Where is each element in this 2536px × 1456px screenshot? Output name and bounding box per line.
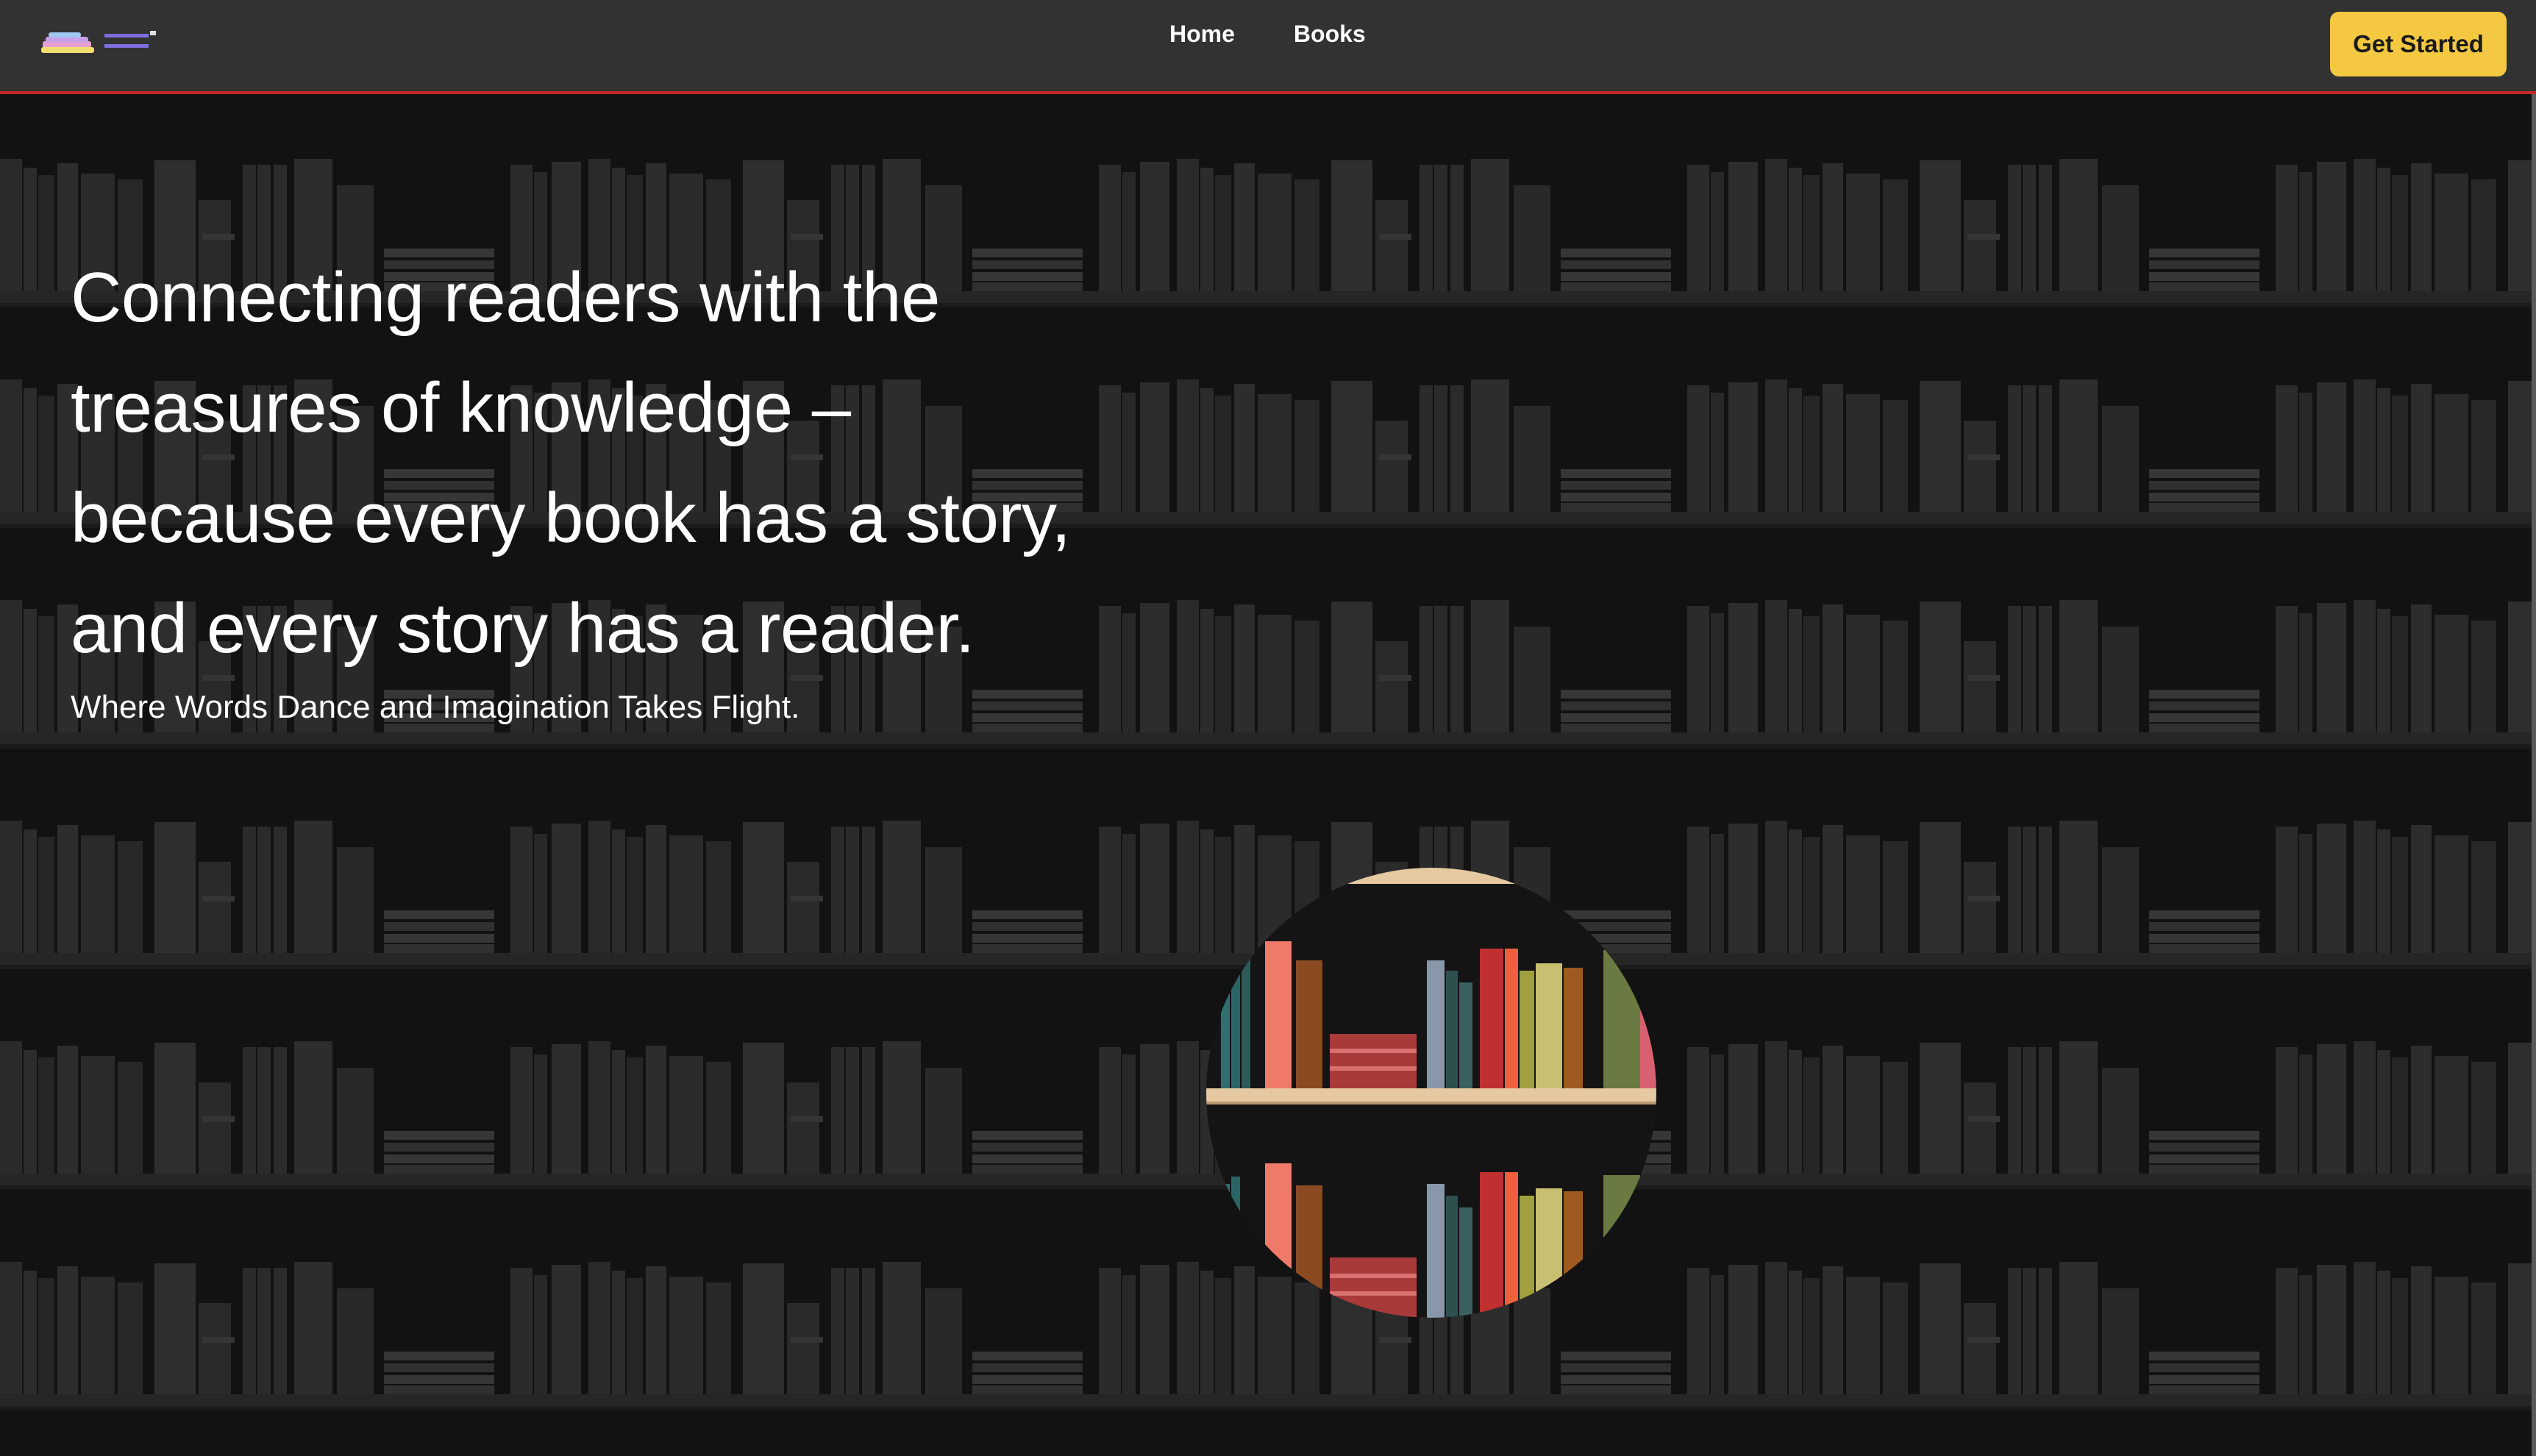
main-nav: Home Books: [1169, 19, 1366, 49]
page-scrollbar-edge[interactable]: [2532, 94, 2536, 1456]
book-stack-logo-icon[interactable]: [38, 24, 163, 65]
hero-subtitle: Where Words Dance and Imagination Takes …: [71, 689, 800, 725]
nav-link-home[interactable]: Home: [1169, 19, 1235, 49]
hero-title: Connecting readers with the treasures of…: [71, 243, 1174, 684]
hero-title-line-1: Connecting readers with the: [71, 258, 940, 337]
hero-title-line-4: and every story has a reader.: [71, 589, 975, 668]
hero-title-line-2: treasures of knowledge –: [71, 368, 851, 447]
nav-link-books[interactable]: Books: [1294, 19, 1366, 49]
bookshelf-circle-illustration: [1206, 868, 1656, 1318]
hero-title-line-3: because every book has a story,: [71, 479, 1071, 557]
navbar: Home Books Get Started: [0, 0, 2536, 94]
hero-section: Connecting readers with the treasures of…: [71, 243, 1174, 729]
get-started-button[interactable]: Get Started: [2330, 12, 2507, 76]
